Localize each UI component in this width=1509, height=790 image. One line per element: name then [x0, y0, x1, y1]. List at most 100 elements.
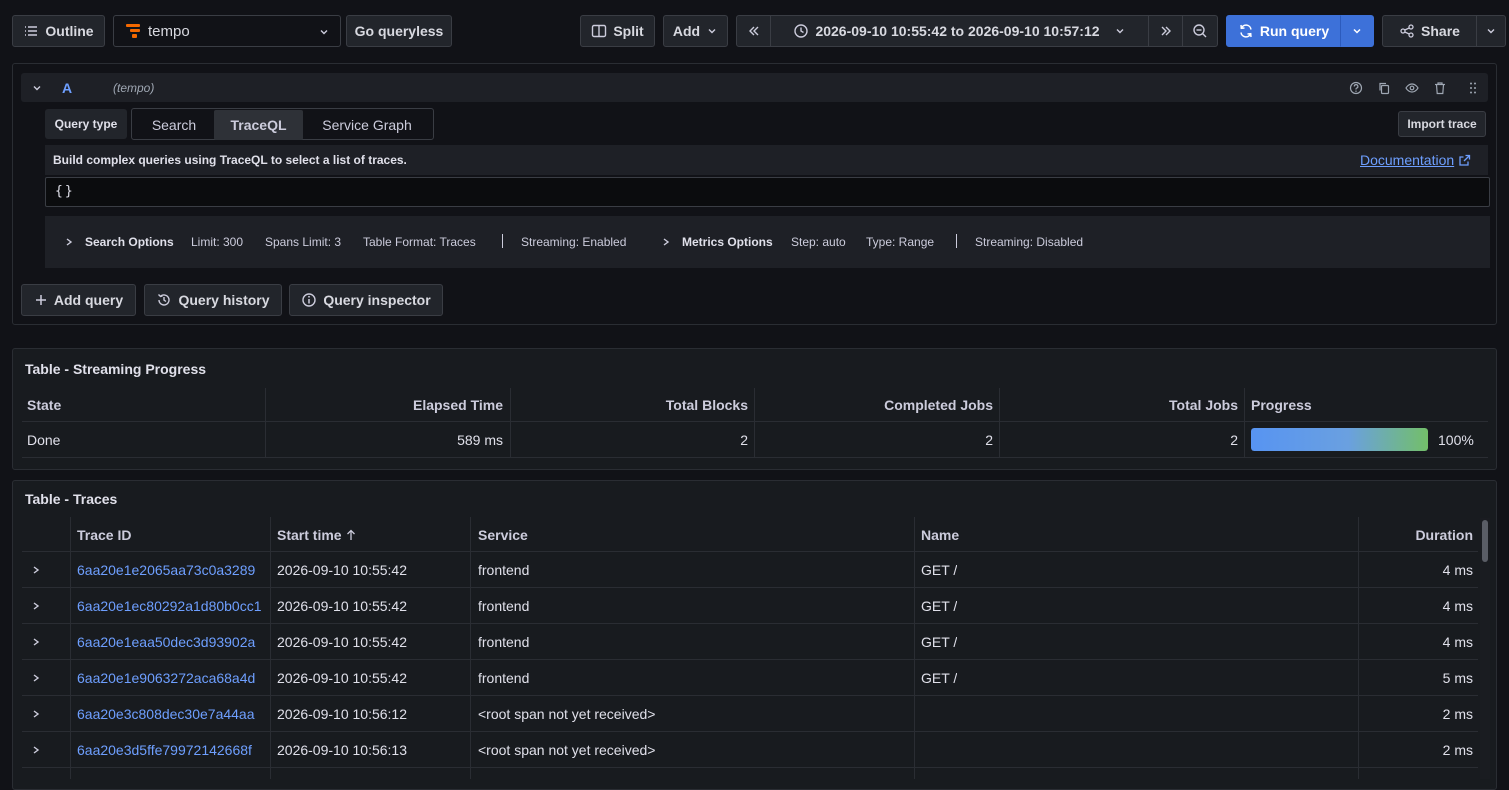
- outline-label: Outline: [45, 23, 94, 39]
- metrics-options-toggle[interactable]: Metrics Options: [682, 235, 773, 249]
- query-letter[interactable]: A: [62, 80, 72, 96]
- traces-table-title: Table - Traces: [25, 491, 118, 507]
- start-time-cell: 2026-09-10 10:55:42: [277, 670, 407, 686]
- add-query-button[interactable]: Add query: [21, 284, 136, 316]
- start-time-cell: 2026-09-10 10:56:12: [277, 706, 407, 722]
- run-query-options-button[interactable]: [1340, 15, 1374, 47]
- expand-row-chevron-icon[interactable]: [31, 745, 41, 755]
- divider: [502, 234, 503, 248]
- trace-id-link[interactable]: 6aa20e1e2065aa73c0a3289: [77, 562, 270, 578]
- column-header-name[interactable]: Name: [921, 527, 959, 543]
- column-header-completed-jobs[interactable]: Completed Jobs: [761, 397, 993, 413]
- share-button[interactable]: Share: [1382, 15, 1477, 47]
- sort-ascending-icon: [346, 529, 355, 540]
- total-jobs-value: 2: [1230, 432, 1238, 448]
- chevron-down-icon: [708, 29, 716, 34]
- metrics-streaming: Streaming: Disabled: [975, 235, 1084, 249]
- table-row[interactable]: 6aa20e1ec80292a1d80b0cc1 2026-09-10 10:5…: [22, 588, 1478, 624]
- column-header-total-blocks[interactable]: Total Blocks: [517, 397, 748, 413]
- elapsed-value: 589 ms: [457, 432, 503, 448]
- column-header-total-jobs[interactable]: Total Jobs: [1006, 397, 1238, 413]
- copy-icon[interactable]: [1377, 81, 1391, 95]
- split-icon: [592, 24, 607, 38]
- duration-cell: 4 ms: [1442, 598, 1473, 614]
- traceql-editor[interactable]: {}: [45, 177, 1490, 207]
- tab-service-graph[interactable]: Service Graph: [303, 110, 431, 140]
- outline-button[interactable]: Outline: [12, 15, 105, 47]
- expand-row-chevron-icon[interactable]: [31, 637, 41, 647]
- start-time-cell: 2026-09-10 10:55:42: [277, 562, 407, 578]
- column-header-service[interactable]: Service: [478, 527, 528, 543]
- share-options-button[interactable]: [1476, 15, 1506, 47]
- chevrons-right-icon: [1161, 26, 1171, 36]
- zoom-out-button[interactable]: [1182, 15, 1218, 47]
- table-row[interactable]: 6aa20e3c808dec30e7a44aa 2026-09-10 10:56…: [22, 696, 1478, 732]
- time-forward-button[interactable]: [1148, 15, 1183, 47]
- import-trace-button[interactable]: Import trace: [1398, 111, 1486, 137]
- query-history-button[interactable]: Query history: [144, 284, 282, 316]
- table-row[interactable]: 6aa20e1e2065aa73c0a3289 2026-09-10 10:55…: [22, 552, 1478, 588]
- scrollbar-thumb[interactable]: [1482, 520, 1488, 562]
- table-row[interactable]: 6aa20e1eaa50dec3d93902a 2026-09-10 10:55…: [22, 624, 1478, 660]
- search-streaming: Streaming: Enabled: [521, 235, 627, 249]
- trace-id-link[interactable]: 6aa20e3d5ffe79972142668f: [77, 742, 270, 758]
- chevron-down-icon: [1116, 29, 1124, 34]
- trace-id-link[interactable]: 6aa20e1ec80292a1d80b0cc1: [77, 598, 270, 614]
- tab-traceql[interactable]: TraceQL: [214, 110, 303, 140]
- expand-row-chevron-icon[interactable]: [31, 673, 41, 683]
- collapse-chevron-icon[interactable]: [31, 82, 43, 94]
- column-divider: [1244, 388, 1245, 457]
- column-divider: [999, 388, 1000, 457]
- table-row[interactable]: 6aa20e1e9063272aca68a4d 2026-09-10 10:55…: [22, 660, 1478, 696]
- column-divider: [265, 388, 266, 457]
- expand-row-chevron-icon[interactable]: [31, 565, 41, 575]
- column-header-state[interactable]: State: [27, 397, 61, 413]
- traceql-help-text: Build complex queries using TraceQL to s…: [53, 153, 407, 167]
- drag-handle-icon[interactable]: [1466, 81, 1480, 95]
- tab-search[interactable]: Search: [134, 110, 214, 140]
- history-icon: [158, 294, 171, 306]
- duration-cell: 2 ms: [1442, 706, 1473, 722]
- go-queryless-button[interactable]: Go queryless: [346, 15, 452, 47]
- query-inspector-button[interactable]: Query inspector: [289, 284, 443, 316]
- column-header-progress[interactable]: Progress: [1251, 397, 1312, 413]
- chevron-down-icon: [320, 30, 328, 35]
- add-button[interactable]: Add: [663, 15, 728, 47]
- start-time-cell: 2026-09-10 10:56:13: [277, 742, 407, 758]
- table-row[interactable]: 6aa20e3d5ffe79972142668f 2026-09-10 10:5…: [22, 732, 1478, 768]
- trace-id-link[interactable]: 6aa20e3c808dec30e7a44aa: [77, 706, 270, 722]
- column-header-elapsed-time[interactable]: Elapsed Time: [272, 397, 503, 413]
- trace-id-link[interactable]: 6aa20e1eaa50dec3d93902a: [77, 634, 270, 650]
- trash-icon[interactable]: [1433, 81, 1447, 95]
- service-cell: frontend: [478, 562, 530, 578]
- trace-id-link[interactable]: 6aa20e1e9063272aca68a4d: [77, 670, 270, 686]
- service-cell: frontend: [478, 634, 530, 650]
- help-icon[interactable]: [1349, 81, 1363, 95]
- search-table-format: Table Format: Traces: [363, 235, 476, 249]
- search-options-toggle[interactable]: Search Options: [85, 235, 174, 249]
- column-header-trace-id[interactable]: Trace ID: [77, 527, 131, 543]
- chevron-right-icon[interactable]: [64, 237, 74, 247]
- time-range-picker[interactable]: 2026-09-10 10:55:42 to 2026-09-10 10:57:…: [770, 15, 1149, 47]
- info-circle-icon: [302, 293, 317, 307]
- progress-percent: 100%: [1438, 432, 1474, 448]
- query-row-header: [21, 73, 1488, 102]
- expand-row-chevron-icon[interactable]: [31, 601, 41, 611]
- chevron-right-icon[interactable]: [661, 237, 671, 247]
- query-type-label: Query type: [45, 109, 127, 139]
- chevrons-left-icon: [748, 26, 758, 36]
- documentation-link[interactable]: Documentation: [1360, 152, 1471, 168]
- expand-row-chevron-icon[interactable]: [31, 709, 41, 719]
- run-query-button[interactable]: Run query: [1226, 15, 1341, 47]
- streaming-table-title: Table - Streaming Progress: [25, 361, 207, 377]
- datasource-picker[interactable]: tempo: [113, 15, 341, 47]
- search-spans-limit: Spans Limit: 3: [265, 235, 342, 249]
- share-icon: [1400, 24, 1414, 38]
- time-back-button[interactable]: [736, 15, 771, 47]
- column-header-duration[interactable]: Duration: [1365, 527, 1473, 543]
- column-header-start-time[interactable]: Start time: [277, 527, 356, 543]
- query-type-tabs: Search TraceQL Service Graph: [131, 108, 434, 140]
- eye-icon[interactable]: [1405, 81, 1419, 95]
- completed-jobs-value: 2: [985, 432, 993, 448]
- split-button[interactable]: Split: [580, 15, 655, 47]
